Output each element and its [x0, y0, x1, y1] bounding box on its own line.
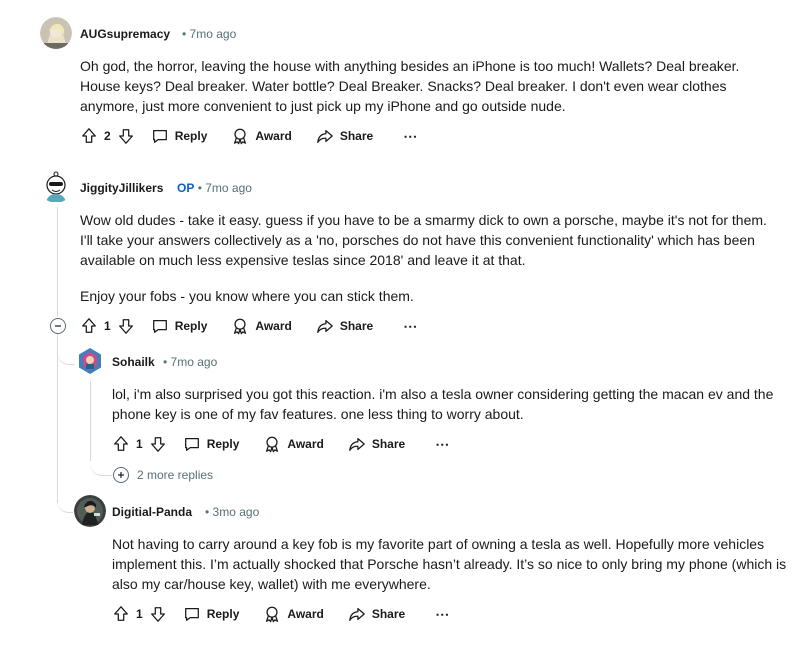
reply-icon — [152, 129, 167, 143]
comment-timestamp[interactable]: 7mo ago — [205, 181, 252, 195]
comment-meta: OP • 7mo ago — [177, 181, 252, 195]
reply-icon — [152, 319, 167, 333]
downvote-button[interactable] — [117, 127, 135, 145]
comment-actions: 1 Reply Award Share ⋯ — [112, 602, 450, 626]
award-button[interactable]: Award — [231, 127, 292, 145]
share-icon — [317, 319, 333, 333]
comment-body: Oh god, the horror, leaving the house wi… — [80, 58, 740, 114]
reply-button[interactable]: Reply — [183, 605, 239, 623]
avatar[interactable] — [74, 345, 106, 377]
thread-connector — [57, 496, 73, 513]
downvote-button[interactable] — [149, 435, 167, 453]
reply-icon — [184, 607, 199, 621]
upvote-button[interactable] — [80, 127, 98, 145]
expand-icon — [113, 467, 129, 483]
upvote-icon — [82, 318, 96, 333]
award-button[interactable]: Award — [263, 435, 324, 453]
share-button[interactable]: Share — [348, 435, 405, 453]
op-badge: OP — [177, 181, 195, 195]
avatar[interactable] — [40, 171, 72, 203]
downvote-icon — [150, 437, 165, 452]
comment-author[interactable]: Sohailk — [112, 355, 155, 369]
share-button[interactable]: Share — [316, 317, 373, 335]
award-icon — [266, 436, 279, 453]
vote-count: 1 — [136, 437, 143, 451]
comment-timestamp[interactable]: 7mo ago — [171, 355, 218, 369]
comment-author[interactable]: AUGsupremacy — [80, 27, 170, 41]
award-icon — [234, 318, 247, 335]
reply-button[interactable]: Reply — [151, 317, 207, 335]
vote-count: 1 — [136, 607, 143, 621]
more-icon: ⋯ — [403, 127, 419, 144]
upvote-icon — [114, 606, 128, 621]
comment-meta: • 7mo ago — [182, 27, 237, 41]
comment-meta: • 3mo ago — [205, 505, 260, 519]
downvote-icon — [150, 607, 165, 622]
comment-body: Wow old dudes - take it easy. guess if y… — [80, 212, 767, 268]
award-icon — [234, 128, 247, 145]
collapse-thread-button[interactable] — [50, 318, 66, 334]
upvote-button[interactable] — [80, 317, 98, 335]
vote-count: 1 — [104, 319, 111, 333]
downvote-icon — [118, 319, 133, 334]
comment-timestamp[interactable]: 3mo ago — [213, 505, 260, 519]
upvote-button[interactable] — [112, 605, 130, 623]
reply-button[interactable]: Reply — [151, 127, 207, 145]
share-icon — [349, 437, 365, 451]
comment-body-paragraph: Enjoy your fobs - you know where you can… — [80, 288, 414, 304]
downvote-button[interactable] — [149, 605, 167, 623]
reply-icon — [184, 437, 199, 451]
thread-line[interactable] — [57, 207, 58, 317]
more-options-button[interactable]: ⋯ — [435, 606, 450, 623]
avatar[interactable] — [40, 17, 72, 49]
comment-author[interactable]: Digitial-Panda — [112, 505, 192, 519]
avatar[interactable] — [74, 495, 106, 527]
vote-count: 2 — [104, 129, 111, 143]
upvote-icon — [82, 128, 96, 143]
collapse-icon — [55, 325, 61, 327]
comment-body: lol, i'm also surprised you got this rea… — [112, 386, 774, 422]
more-icon: ⋯ — [435, 435, 451, 452]
award-icon — [266, 606, 279, 623]
comment-timestamp[interactable]: 7mo ago — [190, 27, 237, 41]
share-button[interactable]: Share — [316, 127, 373, 145]
comment-body: Not having to carry around a key fob is … — [112, 536, 787, 592]
more-options-button[interactable]: ⋯ — [403, 128, 418, 145]
thread-line[interactable] — [90, 381, 91, 461]
thread-connector — [57, 348, 75, 365]
comment-author[interactable]: JiggityJillikers — [80, 181, 163, 195]
more-replies-link[interactable]: 2 more replies — [113, 467, 213, 483]
award-button[interactable]: Award — [263, 605, 324, 623]
award-button[interactable]: Award — [231, 317, 292, 335]
upvote-button[interactable] — [112, 435, 130, 453]
comment-meta: • 7mo ago — [163, 355, 218, 369]
comment-actions: 2 Reply Award Share ⋯ — [80, 124, 418, 148]
downvote-button[interactable] — [117, 317, 135, 335]
comment-actions: 1 Reply Award Share ⋯ — [112, 432, 450, 456]
downvote-icon — [118, 129, 133, 144]
more-icon: ⋯ — [435, 605, 451, 622]
reply-button[interactable]: Reply — [183, 435, 239, 453]
share-icon — [317, 129, 333, 143]
more-options-button[interactable]: ⋯ — [435, 436, 450, 453]
thread-connector — [90, 455, 112, 476]
comment-actions: 1 Reply Award Share ⋯ — [80, 314, 418, 338]
more-options-button[interactable]: ⋯ — [403, 318, 418, 335]
more-icon: ⋯ — [403, 317, 419, 334]
share-icon — [349, 607, 365, 621]
share-button[interactable]: Share — [348, 605, 405, 623]
upvote-icon — [114, 436, 128, 451]
